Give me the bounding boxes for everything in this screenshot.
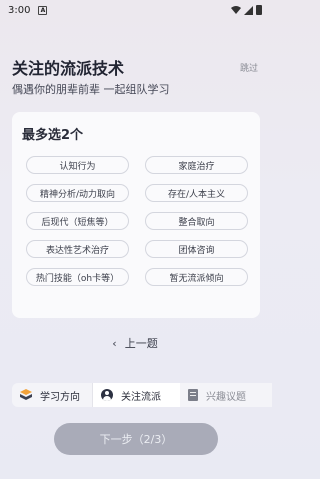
previous-label: 上一题 [124,337,158,350]
step-label: 兴趣议题 [206,391,246,403]
step-learning-direction[interactable]: 学习方向 [12,383,92,407]
page-title: 关注的流派技术 [12,59,125,78]
status-icons [231,5,262,15]
list-icon [188,389,198,401]
step-label: 学习方向 [40,391,80,403]
tag-option[interactable]: 暂无流派倾向 [145,268,248,286]
user-icon [101,389,113,401]
notification-icon: A [38,5,48,15]
options-card: 最多选2个 认知行为 家庭治疗 精神分析/动力取向 存在/人本主义 后现代（短焦… [12,112,260,318]
step-interest-topics[interactable]: 兴趣议题 [180,383,246,407]
wifi-icon [231,6,241,14]
page-subtitle: 偶遇你的朋辈前辈 一起组队学习 [12,83,170,96]
next-button[interactable]: 下一步（2/3） [54,423,218,455]
previous-question-button[interactable]: ‹ 上一题 [0,335,270,351]
tag-option[interactable]: 存在/人本主义 [145,184,248,202]
stack-icon [20,389,32,400]
status-time: 3:00 [8,4,31,16]
skip-button[interactable]: 跳过 [240,61,258,74]
tag-option[interactable]: 热门技能（oh卡等） [26,268,129,286]
chevron-left-icon: ‹ [112,337,117,350]
step-focus-school[interactable]: 关注流派 [92,383,180,407]
signal-icon [244,5,253,15]
battery-icon [256,5,262,15]
tag-option[interactable]: 精神分析/动力取向 [26,184,129,202]
step-label: 关注流派 [121,391,161,403]
tag-option[interactable]: 表达性艺术治疗 [26,240,129,258]
tag-option[interactable]: 后现代（短焦等） [26,212,129,230]
tag-option[interactable]: 整合取向 [145,212,248,230]
status-bar: 3:00 A [0,0,270,20]
tag-option[interactable]: 团体咨询 [145,240,248,258]
step-indicator: 学习方向 关注流派 兴趣议题 [12,383,272,407]
card-heading: 最多选2个 [22,128,84,143]
tag-grid: 认知行为 家庭治疗 精神分析/动力取向 存在/人本主义 后现代（短焦等） 整合取… [26,156,248,286]
tag-option[interactable]: 家庭治疗 [145,156,248,174]
tag-option[interactable]: 认知行为 [26,156,129,174]
